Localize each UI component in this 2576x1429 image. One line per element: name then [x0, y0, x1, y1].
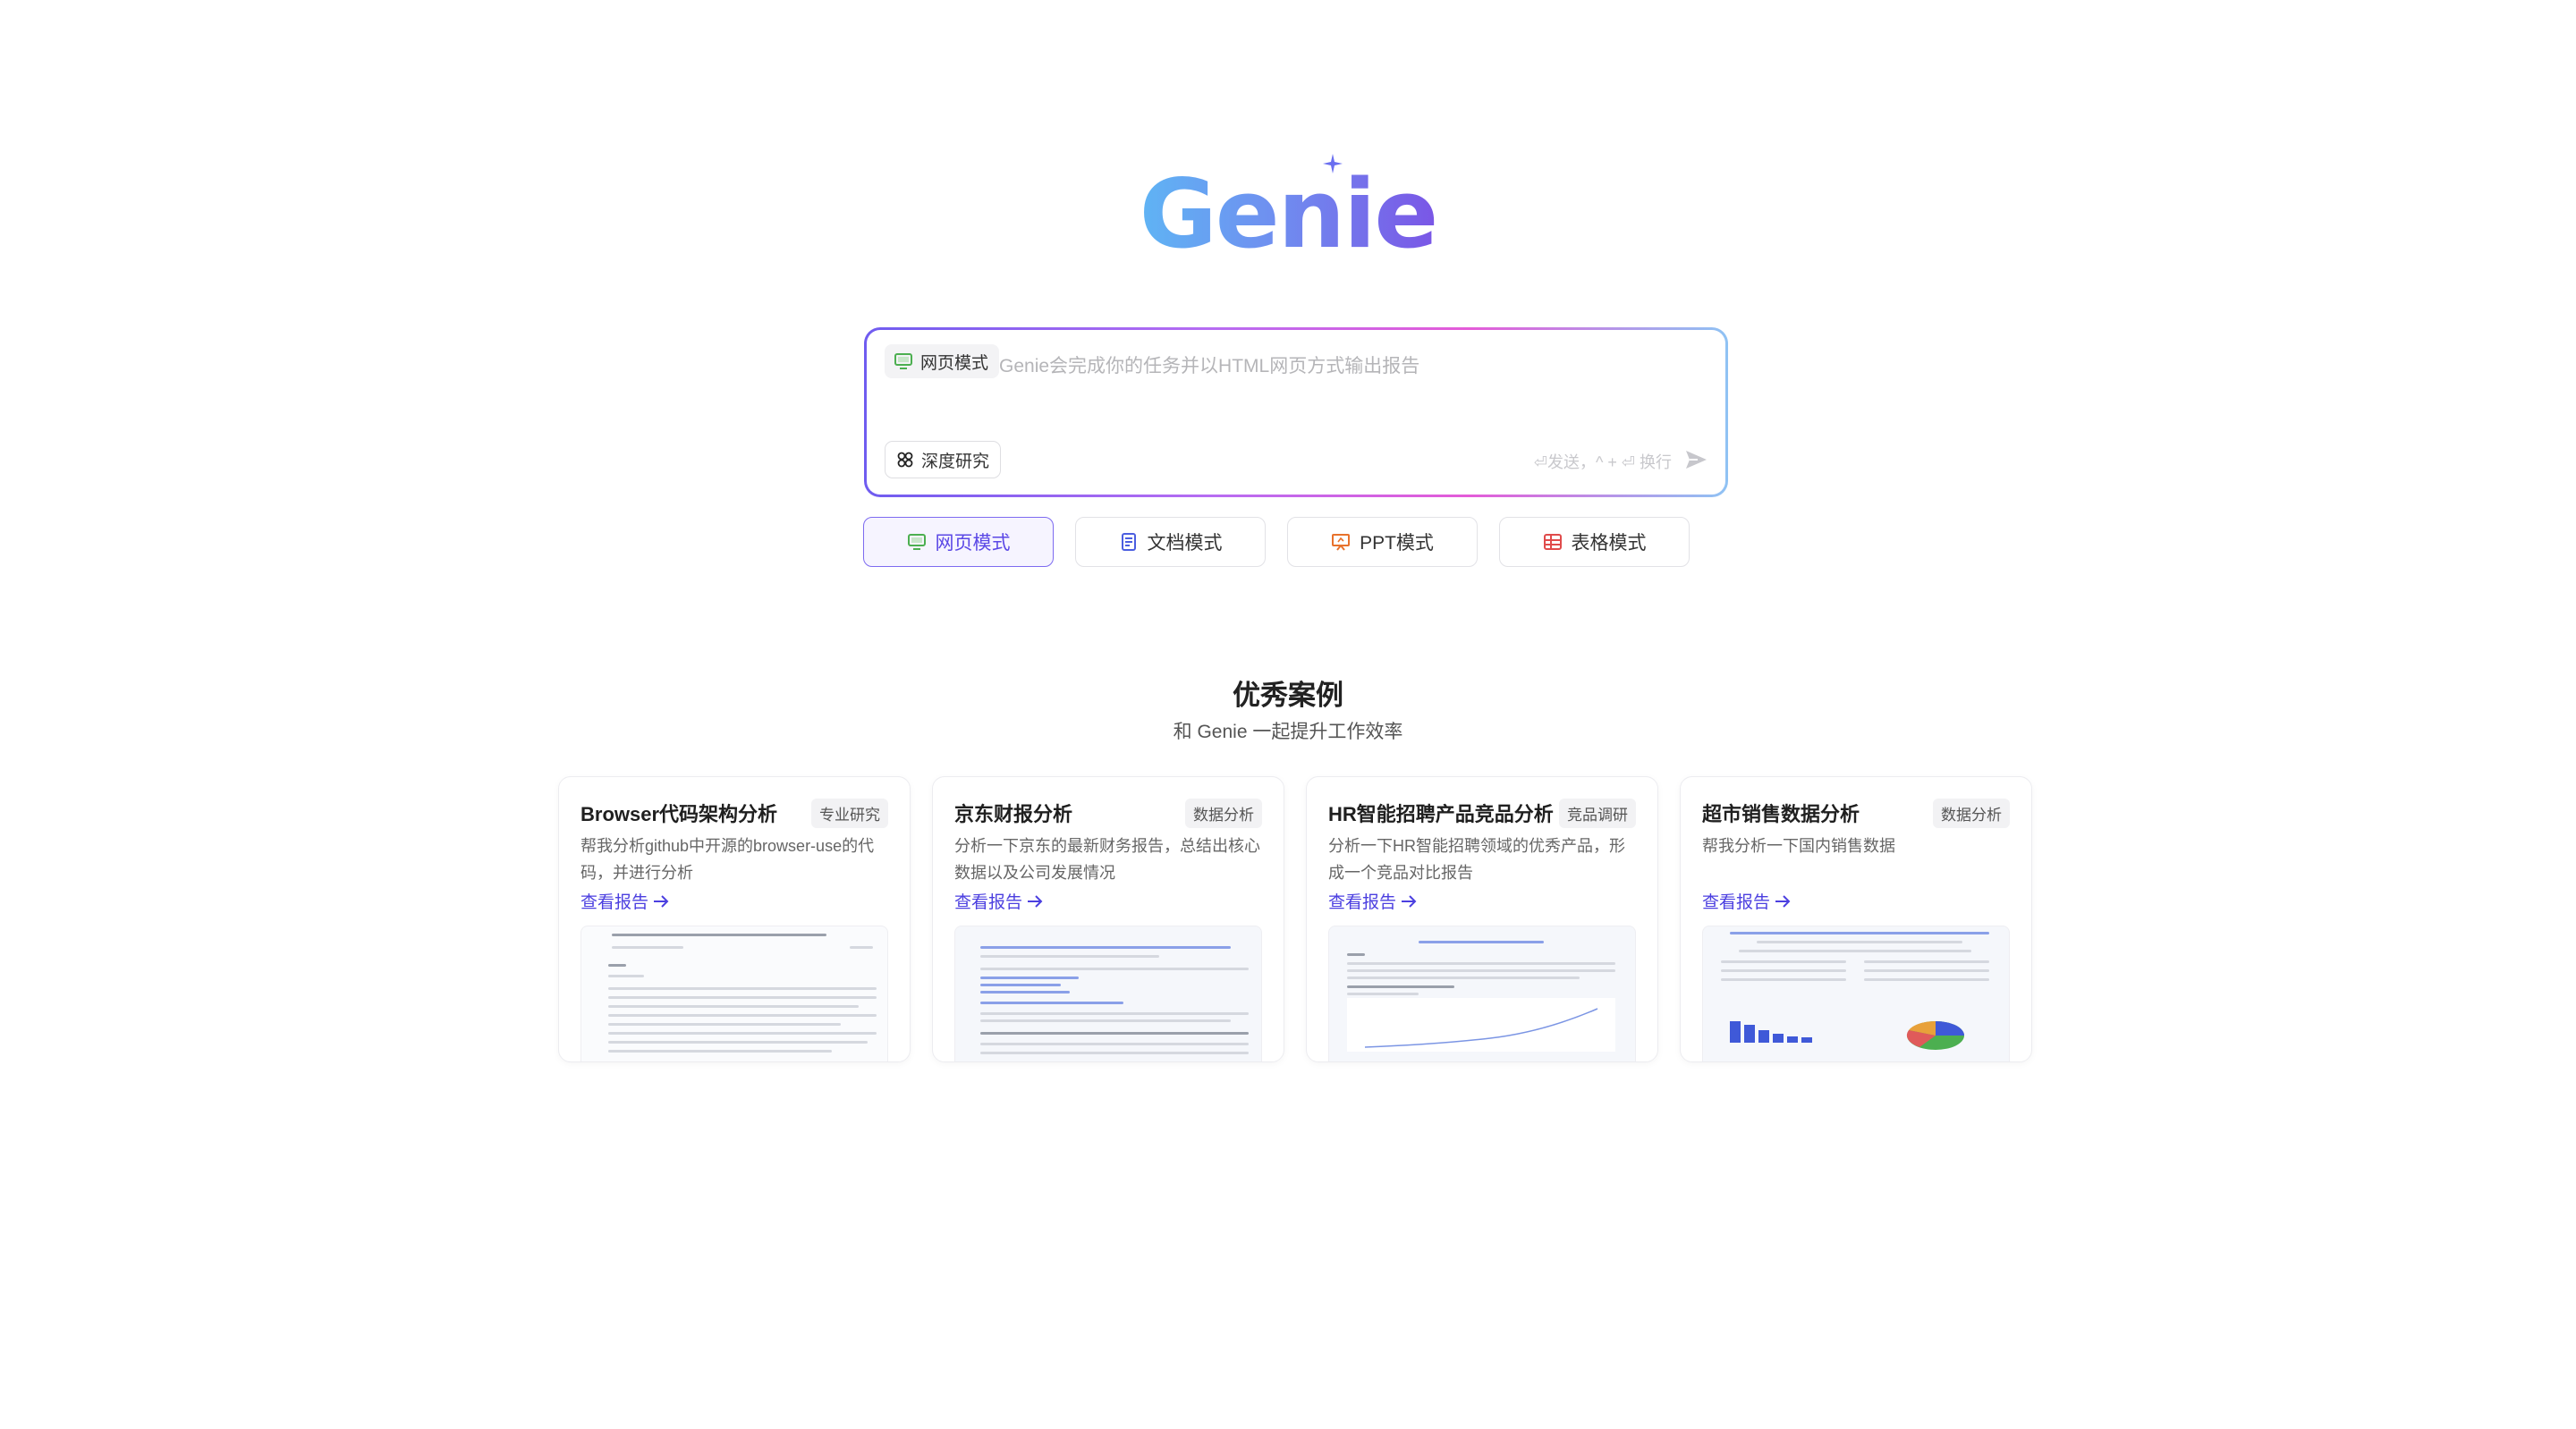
arrow-right-icon	[1402, 894, 1417, 908]
showcase-subtitle: 和 Genie 一起提升工作效率	[1173, 722, 1403, 742]
case-card-hr-recruiting[interactable]: HR智能招聘产品竞品分析 竞品调研 分析一下HR智能招聘领域的优秀产品，形成一个…	[1306, 776, 1658, 1062]
prompt-placeholder[interactable]: Genie会完成你的任务并以HTML网页方式输出报告	[999, 351, 1419, 378]
sparkle-icon	[1322, 154, 1343, 173]
pie-chart-thumbnail	[1906, 1020, 1964, 1050]
current-mode-label: 网页模式	[920, 353, 989, 373]
line-chart-thumbnail	[1347, 998, 1615, 1052]
report-thumbnail	[580, 926, 888, 1061]
tab-document-mode[interactable]: 文档模式	[1075, 517, 1266, 567]
mode-tabs: 网页模式 文档模式 PPT模式 表格模式	[863, 517, 1690, 567]
case-card-browser[interactable]: Browser代码架构分析 专业研究 帮我分析github中开源的browser…	[558, 776, 911, 1062]
case-card-supermarket-sales[interactable]: 超市销售数据分析 数据分析 帮我分析一下国内销售数据 查看报告	[1680, 776, 2032, 1062]
atom-icon	[897, 452, 913, 468]
send-icon[interactable]	[1682, 446, 1709, 473]
deep-research-button[interactable]: 深度研究	[885, 441, 1002, 478]
arrow-right-icon	[1028, 894, 1043, 908]
monitor-icon	[894, 353, 912, 369]
card-description: 帮我分析github中开源的browser-use的代码，并进行分析	[580, 837, 875, 882]
arrow-right-icon	[654, 894, 669, 908]
bar-chart-thumbnail	[1730, 1021, 1812, 1043]
report-thumbnail	[954, 926, 1262, 1061]
tab-label: 表格模式	[1571, 533, 1647, 554]
view-report-link[interactable]: 查看报告	[580, 889, 670, 913]
card-tag: 数据分析	[1185, 798, 1262, 828]
tab-label: 文档模式	[1147, 533, 1223, 554]
card-description: 分析一下HR智能招聘领域的优秀产品，形成一个竞品对比报告	[1328, 837, 1625, 882]
report-thumbnail	[1328, 926, 1636, 1061]
keyboard-hint: ⏎发送，^ + ⏎ 换行	[1533, 453, 1672, 471]
current-mode-chip[interactable]: 网页模式	[885, 344, 1000, 378]
table-icon	[1543, 534, 1562, 550]
monitor-icon	[907, 534, 926, 550]
tab-table-mode[interactable]: 表格模式	[1499, 517, 1690, 567]
report-thumbnail	[1702, 926, 2010, 1061]
card-title: 超市销售数据分析	[1702, 803, 1860, 825]
card-title: HR智能招聘产品竞品分析	[1328, 803, 1554, 825]
card-tag: 专业研究	[811, 798, 888, 828]
case-card-jd-finance[interactable]: 京东财报分析 数据分析 分析一下京东的最新财务报告，总结出核心数据以及公司发展情…	[932, 776, 1284, 1062]
presentation-icon	[1332, 534, 1351, 551]
view-report-link[interactable]: 查看报告	[1702, 889, 1792, 913]
card-title: 京东财报分析	[954, 803, 1073, 825]
document-icon	[1121, 533, 1136, 551]
card-title: Browser代码架构分析	[580, 803, 778, 825]
tab-label: 网页模式	[935, 533, 1011, 554]
card-tag: 竞品调研	[1559, 798, 1636, 828]
showcase-title: 优秀案例	[1233, 680, 1343, 711]
genie-logo: Genie	[1140, 154, 1437, 268]
deep-research-label: 深度研究	[921, 452, 990, 471]
tab-label: PPT模式	[1360, 533, 1434, 554]
arrow-right-icon	[1775, 894, 1791, 908]
card-tag: 数据分析	[1933, 798, 2010, 828]
view-report-link[interactable]: 查看报告	[954, 889, 1044, 913]
prompt-box[interactable]: 网页模式 Genie会完成你的任务并以HTML网页方式输出报告 深度研究 ⏎发送…	[864, 327, 1728, 497]
tab-ppt-mode[interactable]: PPT模式	[1287, 517, 1478, 567]
card-description: 分析一下京东的最新财务报告，总结出核心数据以及公司发展情况	[954, 837, 1260, 882]
logo-area: Genie	[0, 154, 2576, 268]
view-report-link[interactable]: 查看报告	[1328, 889, 1418, 913]
card-description: 帮我分析一下国内销售数据	[1702, 837, 1895, 855]
tab-web-mode[interactable]: 网页模式	[863, 517, 1054, 567]
